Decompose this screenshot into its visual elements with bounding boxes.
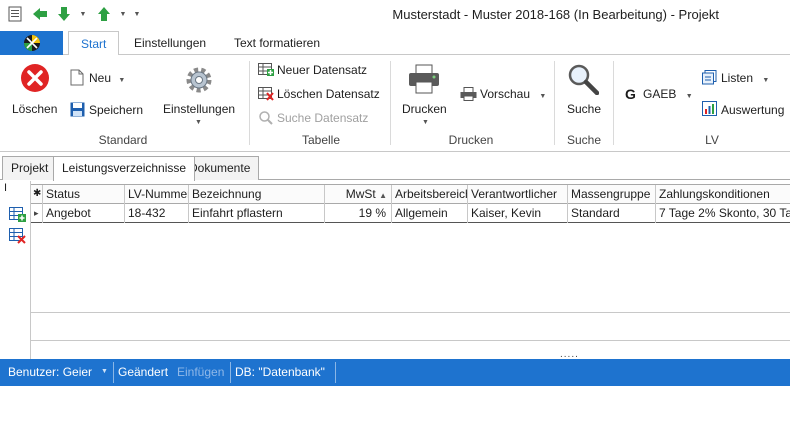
- gear-icon[interactable]: [183, 64, 215, 99]
- status-separator: [335, 362, 336, 383]
- tab-einstellungen[interactable]: Einstellungen: [122, 31, 218, 55]
- lists-icon: [702, 70, 717, 88]
- grid-footer: [31, 312, 790, 341]
- new-document-icon: [70, 69, 84, 89]
- ribbon-separator: [390, 61, 391, 145]
- ribbon-separator: [554, 61, 555, 145]
- printer-icon[interactable]: [408, 64, 440, 97]
- grid-header: ✱ Status LV-Nummer Bezeichnung MwSt ▲ Ar…: [31, 184, 790, 205]
- cell-arbeitsbereich[interactable]: Allgemein: [392, 204, 468, 223]
- magnifier-icon[interactable]: [567, 63, 600, 98]
- settings-button[interactable]: Einstellungen: [163, 102, 235, 116]
- print-dropdown-chevron-icon[interactable]: ▼: [422, 119, 429, 126]
- gaeb-button-label: GAEB: [643, 87, 677, 101]
- tab-leistungsverzeichnisse[interactable]: Leistungsverzeichnisse: [53, 156, 196, 181]
- record-sidebar: I: [0, 181, 31, 359]
- status-user: Benutzer: Geier: [8, 365, 93, 379]
- tab-projekt[interactable]: Projekt: [2, 156, 58, 180]
- column-header-arbeitsbereich[interactable]: Arbeitsbereich: [392, 185, 468, 205]
- gaeb-button[interactable]: GAEB ▼: [643, 87, 693, 101]
- table-row[interactable]: ▸ Angebot 18-432 Einfahrt pflastern 19 %…: [31, 204, 790, 223]
- tab-text-formatieren[interactable]: Text formatieren: [222, 31, 332, 55]
- column-header-massengruppe[interactable]: Massengruppe: [568, 185, 656, 205]
- add-row-icon[interactable]: [9, 207, 26, 226]
- add-record-icon: [258, 63, 274, 80]
- new-record-button[interactable]: Neuer Datensatz: [277, 63, 367, 77]
- ribbon-separator: [613, 61, 614, 145]
- cell-lv-nummer[interactable]: 18-432: [125, 204, 189, 223]
- cell-mwst[interactable]: 19 %: [325, 204, 392, 223]
- save-button[interactable]: Speichern: [89, 103, 143, 117]
- lists-dropdown-chevron-icon[interactable]: ▼: [762, 77, 769, 84]
- lists-button-label: Listen: [721, 71, 754, 85]
- status-separator: [113, 362, 114, 383]
- evaluation-icon: [702, 101, 717, 119]
- ribbon-panel: Löschen Neu ▼ Speichern Einstellungen ▼ …: [0, 55, 790, 152]
- sort-ascending-icon: ▲: [379, 191, 387, 200]
- document-tab-row: Projekt Leistungsverzeichnisse Dokumente: [0, 152, 790, 181]
- column-header-mwst[interactable]: MwSt ▲: [325, 185, 392, 205]
- settings-dropdown-chevron-icon[interactable]: ▼: [195, 119, 202, 126]
- new-dropdown-chevron-icon[interactable]: ▼: [118, 77, 125, 84]
- floppy-disk-icon: [70, 102, 85, 120]
- group-label-drucken: Drucken: [448, 133, 494, 147]
- cell-verantwortlicher[interactable]: Kaiser, Kevin: [468, 204, 568, 223]
- print-preview-icon: [460, 87, 477, 104]
- search-record-icon: [259, 111, 273, 128]
- status-bar: Benutzer: Geier ▼ Geändert Einfügen DB: …: [0, 359, 790, 386]
- preview-button[interactable]: Vorschau ▼: [480, 87, 546, 101]
- cell-status[interactable]: Angebot: [43, 204, 125, 223]
- column-header-status[interactable]: Status: [43, 185, 125, 205]
- status-database: DB: "Datenbank": [235, 365, 325, 379]
- app-menu-button[interactable]: [0, 31, 63, 55]
- delete-button[interactable]: Löschen: [12, 102, 57, 116]
- status-separator: [230, 362, 231, 383]
- column-header-verantwortlicher[interactable]: Verantwortlicher: [468, 185, 568, 205]
- header-indicator: ✱: [31, 185, 43, 205]
- column-header-zahlungskonditionen[interactable]: Zahlungskonditionen: [656, 185, 790, 205]
- ribbon-tab-row: Start Einstellungen Text formatieren: [0, 31, 790, 56]
- group-label-tabelle: Tabelle: [301, 133, 341, 147]
- column-header-lv-nummer[interactable]: LV-Nummer: [125, 185, 189, 205]
- group-label-lv: LV: [705, 133, 719, 147]
- status-changed: Geändert: [118, 365, 169, 379]
- search-button[interactable]: Suche: [567, 102, 601, 116]
- tab-start[interactable]: Start: [68, 31, 120, 56]
- group-label-standard: Standard: [98, 133, 148, 147]
- search-record-button[interactable]: Suche Datensatz: [277, 111, 368, 125]
- window-bottom: [0, 386, 790, 425]
- gaeb-dropdown-chevron-icon[interactable]: ▼: [686, 93, 693, 100]
- window-title: Musterstadt - Muster 2018-168 (In Bearbe…: [392, 7, 719, 22]
- row-indicator: ▸: [31, 204, 43, 223]
- cell-massengruppe[interactable]: Standard: [568, 204, 656, 223]
- column-header-mwst-label: MwSt: [345, 187, 376, 201]
- column-header-bezeichnung[interactable]: Bezeichnung: [189, 185, 325, 205]
- delete-row-icon[interactable]: [9, 228, 26, 247]
- status-insert: Einfügen: [177, 365, 225, 379]
- group-label-suche: Suche: [566, 133, 602, 147]
- new-button[interactable]: Neu ▼: [89, 71, 125, 85]
- cell-bezeichnung[interactable]: Einfahrt pflastern: [189, 204, 325, 223]
- print-button[interactable]: Drucken: [402, 102, 447, 116]
- preview-button-label: Vorschau: [480, 87, 531, 101]
- lists-button[interactable]: Listen ▼: [721, 71, 769, 85]
- cell-zahlungskonditionen[interactable]: 7 Tage 2% Skonto, 30 Tage: [656, 204, 790, 223]
- app-logo-icon: [23, 35, 40, 51]
- title-bar: ▼ ▼ ▼ Musterstadt - Muster 2018-168 (In …: [0, 0, 790, 30]
- preview-dropdown-chevron-icon[interactable]: ▼: [539, 93, 546, 100]
- ribbon-separator: [249, 61, 250, 145]
- lv-grid: ✱ Status LV-Nummer Bezeichnung MwSt ▲ Ar…: [31, 181, 790, 360]
- gaeb-icon: G: [625, 86, 636, 102]
- evaluation-button[interactable]: Auswertung: [721, 103, 784, 117]
- delete-record-icon: [258, 87, 274, 104]
- new-button-label: Neu: [89, 71, 112, 85]
- delete-icon[interactable]: [20, 63, 50, 96]
- user-dropdown-chevron-icon[interactable]: ▼: [101, 368, 108, 375]
- delete-record-button[interactable]: Löschen Datensatz: [277, 87, 380, 101]
- sidebar-marker: I: [4, 182, 8, 194]
